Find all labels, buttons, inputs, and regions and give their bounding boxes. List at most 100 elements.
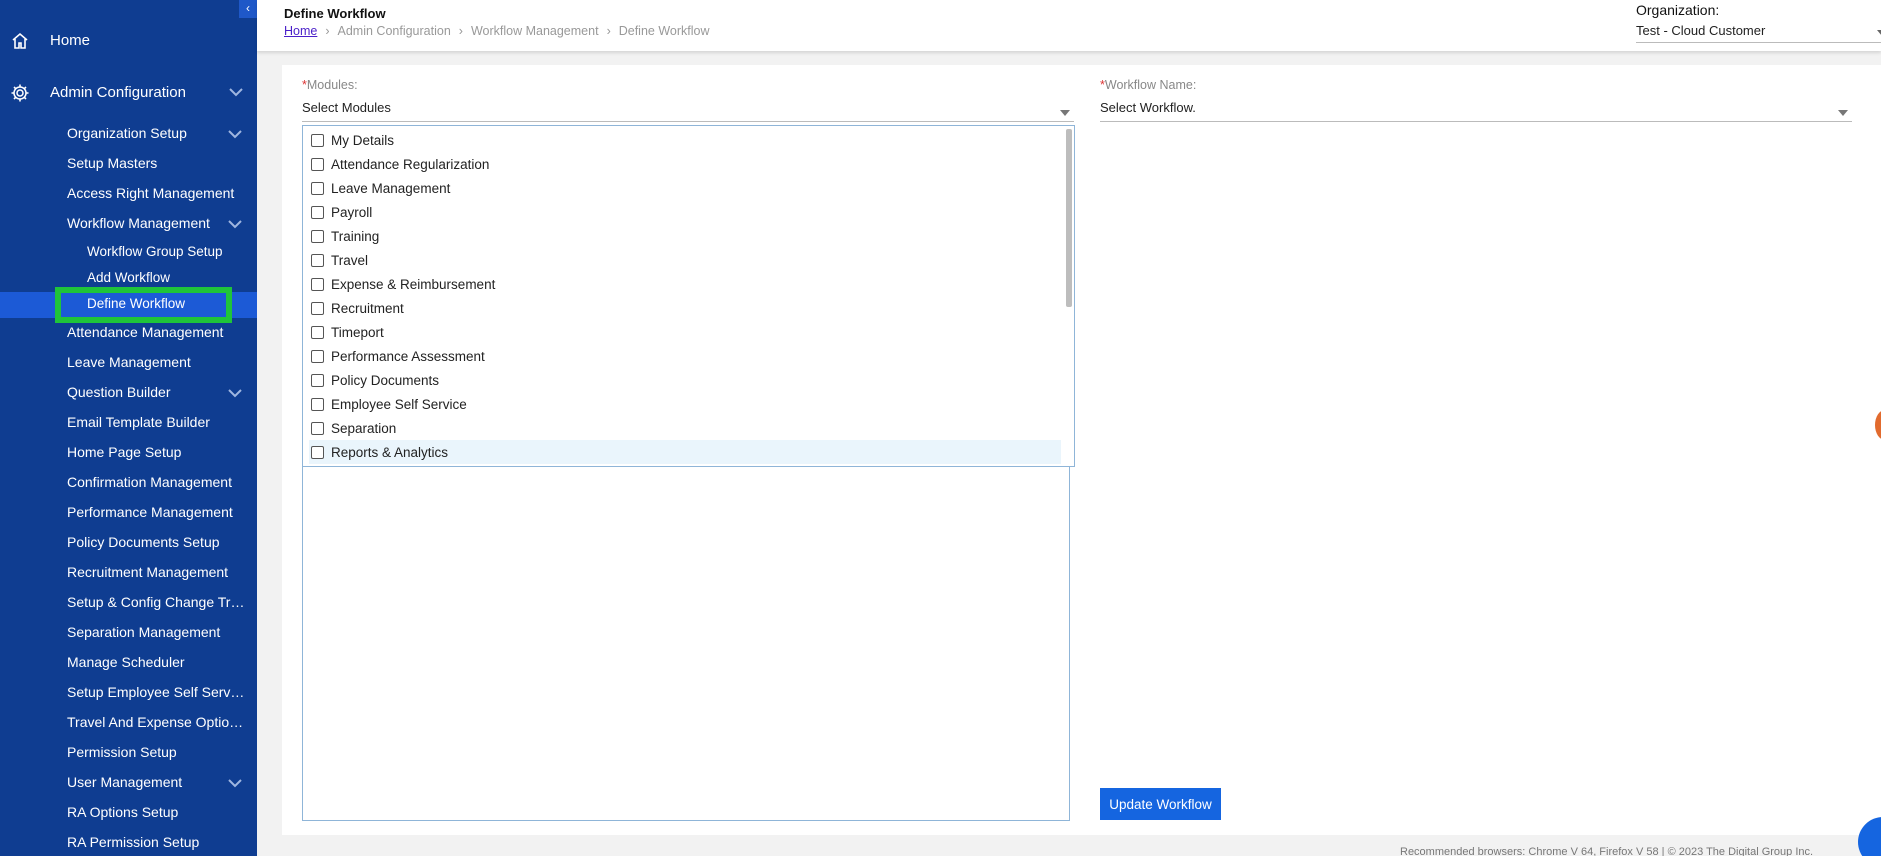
sidebar-item-home[interactable]: Home <box>0 25 257 55</box>
update-workflow-button[interactable]: Update Workflow <box>1100 788 1221 820</box>
chevron-down-icon[interactable] <box>229 87 243 97</box>
organization-label: Organization: <box>1636 2 1720 18</box>
module-option-label: Leave Management <box>331 180 451 196</box>
module-option[interactable]: Payroll <box>309 200 1061 224</box>
sidebar-item-confirmation-management[interactable]: Confirmation Management <box>67 474 247 490</box>
modules-select-value: Select Modules <box>302 100 391 115</box>
module-option-label: Timeport <box>331 324 384 340</box>
sidebar-item-label: Admin Configuration <box>50 83 186 101</box>
module-option-label: Performance Assessment <box>331 348 485 364</box>
page-header: Define Workflow Home › Admin Configurati… <box>257 0 1881 51</box>
page-title: Define Workflow <box>284 6 386 21</box>
sidebar-item-setup-masters[interactable]: Setup Masters <box>67 155 247 171</box>
sidebar-item-access-right-management[interactable]: Access Right Management <box>67 185 247 201</box>
breadcrumb-item[interactable]: Workflow Management <box>471 24 599 38</box>
checkbox[interactable] <box>311 325 324 339</box>
breadcrumb: Home › Admin Configuration › Workflow Ma… <box>284 24 710 38</box>
workflow-name-label: *Workflow Name: <box>1100 78 1196 92</box>
module-option[interactable]: Training <box>309 224 1061 248</box>
module-option-label: Policy Documents <box>331 372 440 388</box>
module-option[interactable]: Leave Management <box>309 176 1061 200</box>
sidebar-item-permission-setup[interactable]: Permission Setup <box>67 744 247 760</box>
sidebar-item-question-builder[interactable]: Question Builder <box>67 384 247 400</box>
sidebar-item-travel-expense-options[interactable]: Travel And Expense Option... <box>67 714 247 730</box>
checkbox[interactable] <box>311 133 324 147</box>
sidebar-item-workflow-management[interactable]: Workflow Management <box>67 215 247 231</box>
module-option-label: My Details <box>331 132 395 148</box>
chevron-down-icon[interactable] <box>228 219 242 229</box>
sidebar-item-home-page-setup[interactable]: Home Page Setup <box>67 444 247 460</box>
breadcrumb-current: Define Workflow <box>618 24 710 38</box>
sidebar-item-organization-setup[interactable]: Organization Setup <box>67 125 247 141</box>
breadcrumb-separator: › <box>606 24 611 38</box>
sidebar-item-separation-management[interactable]: Separation Management <box>67 624 247 640</box>
dropdown-arrow-icon <box>1877 30 1881 36</box>
module-option[interactable]: Attendance Regularization <box>309 152 1061 176</box>
breadcrumb-separator: › <box>458 24 463 38</box>
checkbox[interactable] <box>311 301 324 315</box>
module-option-label: Reports & Analytics <box>331 444 449 460</box>
sidebar-item-admin-configuration[interactable]: Admin Configuration <box>0 77 257 107</box>
sidebar-item-ra-permission-setup[interactable]: RA Permission Setup <box>67 834 247 850</box>
breadcrumb-home-link[interactable]: Home <box>284 24 317 38</box>
sidebar-item-ra-options-setup[interactable]: RA Options Setup <box>67 804 247 820</box>
checkbox[interactable] <box>311 445 324 459</box>
checkbox[interactable] <box>311 253 324 267</box>
module-option[interactable]: Travel <box>309 248 1061 272</box>
sidebar-collapse-button[interactable]: ‹ <box>239 0 257 18</box>
module-option[interactable]: Performance Assessment <box>309 344 1061 368</box>
breadcrumb-separator: › <box>325 24 330 38</box>
module-option-label: Training <box>331 228 380 244</box>
checkbox[interactable] <box>311 397 324 411</box>
module-option-label: Travel <box>331 252 369 268</box>
organization-select[interactable]: Test - Cloud Customer <box>1636 23 1881 43</box>
modules-label: *Modules: <box>302 78 358 92</box>
workflow-name-select[interactable]: Select Workflow. <box>1100 100 1852 122</box>
checkbox[interactable] <box>311 373 324 387</box>
module-option-label: Expense & Reimbursement <box>331 276 496 292</box>
sidebar-item-workflow-group-setup[interactable]: Workflow Group Setup <box>87 244 223 259</box>
sidebar-item-attendance-management[interactable]: Attendance Management <box>67 324 247 340</box>
module-option[interactable]: Policy Documents <box>309 368 1061 392</box>
sidebar-item-manage-scheduler[interactable]: Manage Scheduler <box>67 654 247 670</box>
sidebar-item-policy-documents-setup[interactable]: Policy Documents Setup <box>67 534 247 550</box>
modules-dropdown-list[interactable]: My Details Attendance Regularization Lea… <box>302 125 1075 467</box>
sidebar-item-add-workflow[interactable]: Add Workflow <box>87 270 170 285</box>
dropdown-arrow-icon <box>1838 110 1848 116</box>
checkbox[interactable] <box>311 229 324 243</box>
footer-text: Recommended browsers: Chrome V 64, Firef… <box>1400 846 1814 856</box>
module-option[interactable]: Timeport <box>309 320 1061 344</box>
module-option[interactable]: My Details <box>309 128 1061 152</box>
module-option-label: Attendance Regularization <box>331 156 490 172</box>
sidebar-item-user-management[interactable]: User Management <box>67 774 247 790</box>
sidebar-item-email-template-builder[interactable]: Email Template Builder <box>67 414 247 430</box>
checkbox[interactable] <box>311 277 324 291</box>
sidebar-item-performance-management[interactable]: Performance Management <box>67 504 247 520</box>
sidebar-item-recruitment-management[interactable]: Recruitment Management <box>67 564 247 580</box>
module-option[interactable]: Separation <box>309 416 1061 440</box>
workflow-name-label-text: Workflow Name: <box>1104 78 1197 92</box>
sidebar-item-setup-config-change-tracking[interactable]: Setup & Config Change Trac... <box>67 594 247 610</box>
sidebar-item-leave-management[interactable]: Leave Management <box>67 354 247 370</box>
modules-label-text: Modules: <box>306 78 358 92</box>
dropdown-scrollbar[interactable] <box>1066 129 1072 307</box>
module-option[interactable]: Expense & Reimbursement <box>309 272 1061 296</box>
highlight-box <box>55 287 232 323</box>
module-option-highlighted[interactable]: Reports & Analytics <box>309 440 1061 464</box>
sidebar-item-setup-employee-self-service[interactable]: Setup Employee Self Service <box>67 684 247 700</box>
breadcrumb-item[interactable]: Admin Configuration <box>338 24 451 38</box>
checkbox[interactable] <box>311 205 324 219</box>
module-option-label: Separation <box>331 420 397 436</box>
chevron-down-icon[interactable] <box>228 129 242 139</box>
workflow-name-value: Select Workflow. <box>1100 100 1196 115</box>
module-option[interactable]: Recruitment <box>309 296 1061 320</box>
chevron-down-icon[interactable] <box>228 388 242 398</box>
checkbox[interactable] <box>311 181 324 195</box>
home-icon <box>12 32 28 49</box>
checkbox[interactable] <box>311 421 324 435</box>
chevron-down-icon[interactable] <box>228 778 242 788</box>
checkbox[interactable] <box>311 157 324 171</box>
modules-select[interactable]: Select Modules <box>302 100 1074 122</box>
module-option[interactable]: Employee Self Service <box>309 392 1061 416</box>
checkbox[interactable] <box>311 349 324 363</box>
